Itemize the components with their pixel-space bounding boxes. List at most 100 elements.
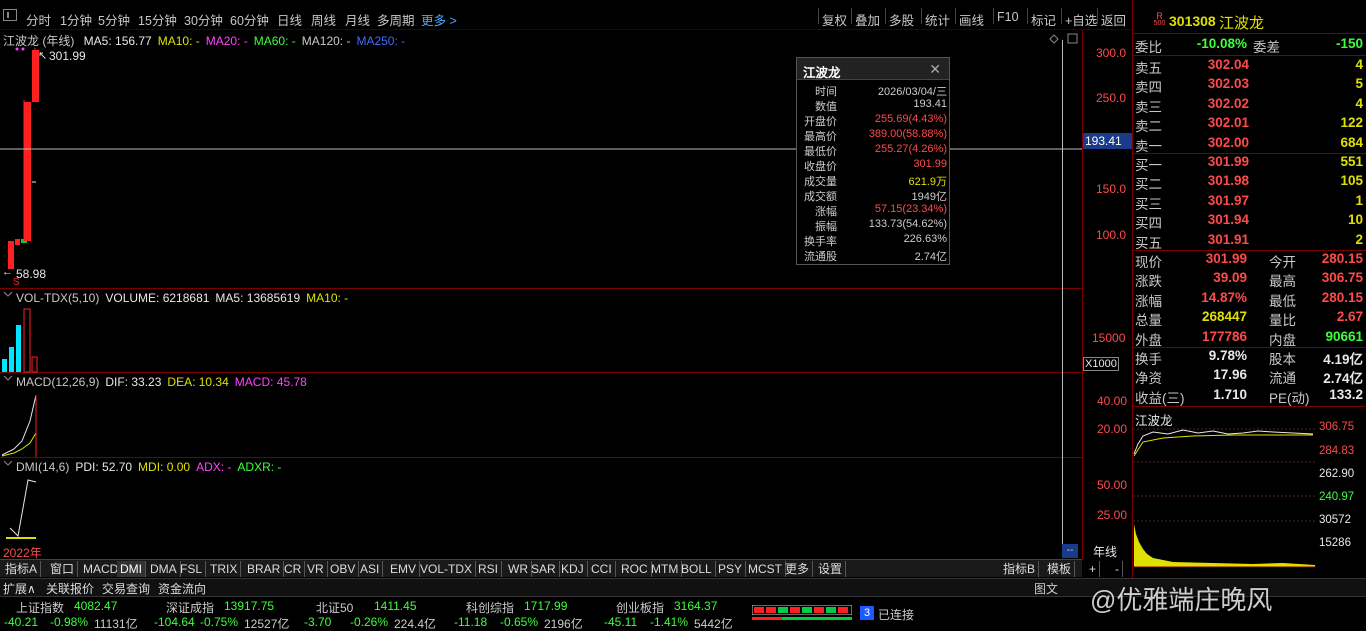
tool-button[interactable]: 画线 (959, 10, 984, 29)
index-name[interactable]: 上证指数 (16, 599, 64, 616)
period-10[interactable]: 更多 > (421, 10, 457, 29)
macd-panel[interactable]: MACD(12,26,9) DIF: 33.23 DEA: 10.34 MACD: 4… (0, 373, 1082, 458)
tab-brar[interactable]: BRAR (244, 561, 285, 577)
tab-sar[interactable]: SAR (528, 561, 560, 577)
order-label: 买一 (1135, 158, 1162, 173)
tab-mcst[interactable]: MCST (745, 561, 786, 577)
tab-vr[interactable]: VR (304, 561, 328, 577)
tab-cci[interactable]: CCI (588, 561, 616, 577)
tooltip-key: 成交量 (804, 176, 837, 188)
stat-value: 133.2 (1329, 386, 1363, 402)
macd-legend-item: DIF: 33.23 (105, 375, 162, 389)
tab-cr[interactable]: CR (281, 561, 306, 577)
order-book-row: 买二 301.98 105 (1135, 173, 1365, 192)
tab-right-1[interactable]: 模板 (1044, 561, 1076, 577)
period-2[interactable]: 5分钟 (98, 10, 130, 29)
order-label: 卖一 (1135, 138, 1162, 154)
volume-panel[interactable]: VOL-TDX(5,10) VOLUME: 6218681 MA5: 1368561… (0, 289, 1082, 373)
bottom-tab-0[interactable]: 扩展∧ (3, 580, 36, 597)
tab-emv[interactable]: EMV (387, 561, 421, 577)
period-4[interactable]: 30分钟 (184, 10, 223, 29)
period-0[interactable]: 分时 (26, 10, 51, 29)
index-name[interactable]: 深证成指 (166, 599, 214, 616)
order-label: 买三 (1135, 196, 1162, 212)
tab-macd[interactable]: MACD (80, 561, 123, 577)
order-price: 302.01 (1207, 115, 1249, 131)
tool-button[interactable]: 标记 (1031, 10, 1056, 29)
order-price: 301.97 (1207, 192, 1249, 208)
tab-obv[interactable]: OBV (327, 561, 360, 577)
order-volume: 684 (1340, 134, 1363, 150)
macd-legend-item: MACD: 45.78 (234, 375, 307, 389)
tool-button[interactable]: 统计 (925, 10, 950, 29)
tab-设置[interactable]: 设置 (815, 561, 847, 577)
bottom-tab-2[interactable]: 交易查询 (102, 580, 150, 597)
tab-right-3[interactable]: - (1112, 561, 1123, 577)
scroll-marker[interactable]: -- (1062, 544, 1078, 558)
dmi-axis: 50.00 25.00 年线 (1082, 458, 1132, 559)
order-price: 301.91 (1207, 231, 1249, 247)
index-name[interactable]: 创业板指 (616, 599, 664, 616)
tool-button[interactable]: 多股 (889, 10, 914, 29)
tab-right-2[interactable]: + (1086, 561, 1101, 577)
tab-fsl[interactable]: FSL (177, 561, 207, 577)
kline-tooltip: 江波龙 ✕ 时间 2026/03/04/三 数值 193.41 开盘价 255.69(4.… (796, 57, 950, 265)
stat-label: 涨幅 (1135, 293, 1162, 309)
tooltip-key: 收盘价 (804, 161, 837, 173)
tool-button[interactable]: +自选 (1065, 10, 1097, 29)
tab-tuwen[interactable]: 图文 (1034, 580, 1058, 597)
stat-value: 2.74亿 (1323, 371, 1363, 387)
index-name[interactable]: 科创综指 (466, 599, 514, 616)
stat-label: 现价 (1135, 255, 1162, 270)
tab-vol-tdx[interactable]: VOL-TDX (417, 561, 477, 577)
tooltip-value: 301.99 (913, 158, 947, 170)
tool-button[interactable]: 复权 (822, 10, 847, 29)
order-book-row: 买三 301.97 1 (1135, 193, 1365, 212)
period-6[interactable]: 日线 (277, 10, 302, 29)
tab-boll[interactable]: BOLL (678, 561, 716, 577)
tab-roc[interactable]: ROC (618, 561, 652, 577)
tool-button[interactable]: 叠加 (855, 10, 880, 29)
order-price: 301.94 (1207, 212, 1249, 228)
tab-trix[interactable]: TRIX (207, 561, 242, 577)
menu-icon[interactable] (3, 9, 17, 21)
volume-bar (9, 347, 14, 372)
tool-button[interactable]: 返回 (1101, 10, 1126, 29)
tab-更多[interactable]: 更多 (782, 561, 814, 577)
order-label: 卖四 (1135, 80, 1162, 96)
index-percent: -0.98% (50, 615, 89, 629)
index-amount: 5442亿 (694, 617, 733, 631)
tab-psy[interactable]: PSY (715, 561, 747, 577)
period-9[interactable]: 多周期 (377, 10, 415, 29)
period-5[interactable]: 60分钟 (230, 10, 269, 29)
period-3[interactable]: 15分钟 (138, 10, 177, 29)
tooltip-key: 最高价 (804, 131, 837, 143)
order-label: 卖二 (1135, 119, 1162, 135)
y-tick: 100.0 (1096, 228, 1127, 242)
period-8[interactable]: 月线 (345, 10, 370, 29)
high-price-label: 301.99 (49, 49, 86, 63)
stat-row: 涨幅 14.87% 最低 280.15 (1135, 290, 1365, 309)
tab-kdj[interactable]: KDJ (558, 561, 588, 577)
tab-窗口[interactable]: 窗口 (47, 561, 79, 577)
period-1[interactable]: 1分钟 (60, 10, 92, 29)
index-amount: 2196亿 (544, 617, 583, 631)
close-icon[interactable]: ✕ (929, 61, 941, 78)
dmi-panel[interactable]: DMI(14,6) PDI: 52.70 MDI: 0.00 ADX: - ADXR: … (0, 458, 1082, 560)
bottom-tab-1[interactable]: 关联报价 (46, 580, 94, 597)
tab-right-0[interactable]: 指标B (1000, 561, 1040, 577)
tab-rsi[interactable]: RSI (475, 561, 503, 577)
order-book-row: 卖四 302.03 5 (1135, 76, 1365, 95)
bottom-tab-3[interactable]: 资金流向 (158, 580, 206, 597)
tool-button[interactable]: F10 (997, 10, 1019, 24)
tab-指标a[interactable]: 指标A (2, 561, 42, 577)
tab-dma[interactable]: DMA (147, 561, 181, 577)
stat-row: 净资 17.96 流通 2.74亿 (1135, 367, 1365, 386)
stat-label: 股本 (1269, 352, 1296, 367)
tab-asi[interactable]: ASI (357, 561, 384, 577)
stat-label: 最高 (1269, 274, 1296, 290)
index-name[interactable]: 北证50 (316, 599, 353, 616)
tab-dmi[interactable]: DMI (117, 561, 146, 577)
order-book-row: 买一 301.99 551 (1135, 154, 1365, 173)
period-7[interactable]: 周线 (311, 10, 336, 29)
